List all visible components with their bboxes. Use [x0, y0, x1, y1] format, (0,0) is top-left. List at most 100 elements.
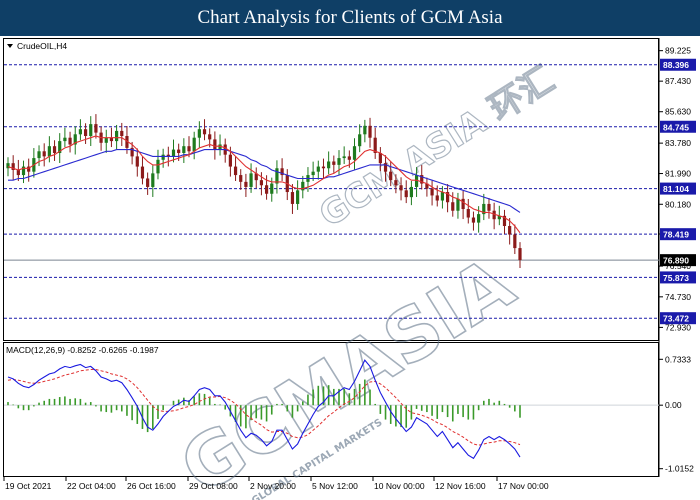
- candle-body: [94, 124, 98, 133]
- watermark: GCMASIAGCM ASIA 环汇GLOBAL CAPITAL MARKETS: [165, 59, 562, 500]
- candle-body: [104, 137, 108, 143]
- time-tick-label: 26 Oct 16:00: [127, 481, 176, 491]
- candle-body: [161, 154, 165, 160]
- macd-tick-label: -1.0152: [665, 464, 694, 474]
- time-tick-label: 17 Nov 00:00: [498, 481, 549, 491]
- candle-body: [466, 209, 470, 218]
- macd-tick-label: 0.7333: [665, 354, 691, 364]
- candle-body: [244, 181, 248, 187]
- candle-body: [239, 175, 243, 182]
- macd-label: MACD(12,26,9) -0.8252 -0.6265 -0.1987: [6, 345, 159, 355]
- symbol-dropdown-icon[interactable]: [7, 44, 13, 48]
- candle-body: [347, 156, 351, 160]
- time-tick-label: 19 Oct 2021: [5, 481, 52, 491]
- chart-canvas: GCMASIAGCM ASIA 环汇GLOBAL CAPITAL MARKETS…: [3, 38, 696, 500]
- candle-body: [264, 185, 269, 194]
- candle-body: [197, 129, 201, 138]
- candle-body: [151, 173, 155, 187]
- candle-body: [337, 158, 341, 165]
- header-bar: Chart Analysis for Clients of GCM Asia: [0, 0, 700, 36]
- candle-body: [171, 149, 176, 157]
- level-label: 73.472: [663, 314, 689, 324]
- price-tick-label: 87.430: [665, 76, 691, 86]
- candle-body: [316, 166, 320, 172]
- candle-body: [16, 169, 20, 176]
- candle-body: [363, 125, 367, 135]
- current-price-label: 76.890: [660, 254, 696, 267]
- time-tick-label: 22 Oct 04:00: [67, 481, 116, 491]
- price-tick-label: 81.990: [665, 169, 691, 179]
- time-tick-label: 29 Oct 08:00: [189, 481, 238, 491]
- candle-body: [182, 146, 186, 153]
- candle-body: [404, 190, 408, 198]
- candle-body: [461, 198, 465, 210]
- level-label: 81.104: [663, 184, 689, 194]
- symbol-label: CrudeOIL,H4: [17, 41, 67, 51]
- candle-body: [332, 161, 336, 165]
- page-title: Chart Analysis for Clients of GCM Asia: [197, 7, 503, 28]
- candle-body: [296, 190, 300, 204]
- candle-body: [352, 146, 357, 160]
- candle-body: [358, 134, 362, 147]
- candle-body: [37, 151, 41, 159]
- candle-body: [394, 180, 398, 186]
- price-tick-label: 80.180: [665, 199, 691, 209]
- time-tick-label: 2 Nov 20:00: [250, 481, 296, 491]
- candle-body: [68, 137, 72, 145]
- candle-body: [430, 188, 434, 196]
- candle-body: [83, 129, 88, 137]
- candle-body: [63, 137, 67, 142]
- candle-body: [208, 134, 212, 140]
- candle-body: [42, 151, 46, 157]
- candle-body: [508, 226, 512, 235]
- current-price-text: 76.890: [663, 256, 689, 266]
- candle-body: [518, 248, 522, 260]
- watermark-gcmasia-cn: GCM ASIA 环汇: [313, 59, 562, 235]
- candle-body: [228, 154, 232, 167]
- candle-body: [120, 130, 124, 137]
- candle-body: [233, 166, 238, 176]
- macd-tick-label: 0.00: [665, 400, 682, 410]
- candle-body: [89, 124, 93, 137]
- candle-body: [249, 173, 253, 187]
- candle-body: [187, 146, 191, 152]
- candle-body: [135, 156, 139, 167]
- price-tick-label: 85.630: [665, 107, 691, 117]
- candle-body: [456, 198, 460, 211]
- time-tick-label: 10 Nov 00:00: [374, 481, 425, 491]
- level-label: 88.396: [663, 60, 689, 70]
- candle-body: [177, 149, 181, 153]
- candle-body: [156, 159, 160, 174]
- candle-body: [409, 186, 413, 198]
- candle-body: [513, 234, 517, 249]
- candle-body: [327, 161, 331, 169]
- candle-body: [435, 195, 439, 201]
- level-price-labels: 88.396 84.745 81.104 78.419 75.873 73.472: [660, 58, 696, 325]
- candle-body: [202, 129, 207, 135]
- candle-body: [213, 139, 217, 150]
- candle-body: [146, 178, 150, 187]
- candle-body: [342, 156, 346, 159]
- candle-body: [399, 185, 403, 191]
- candle-body: [78, 129, 83, 135]
- candle-body: [321, 166, 326, 169]
- candle-body: [140, 166, 145, 179]
- candle-body: [477, 214, 481, 223]
- time-axis-ticks: 19 Oct 2021 22 Oct 04:00 26 Oct 16:00 29 Oc…: [3, 477, 549, 491]
- candle-body: [290, 192, 295, 204]
- level-label: 78.419: [663, 230, 689, 240]
- watermark-gcmasia: GCMASIA: [166, 241, 528, 500]
- level-label: 75.873: [663, 273, 689, 283]
- level-label: 84.745: [663, 122, 689, 132]
- time-tick-label: 5 Nov 12:00: [312, 481, 358, 491]
- candle-body: [451, 202, 455, 211]
- price-tick-label: 74.730: [665, 292, 691, 302]
- candle-body: [368, 125, 372, 138]
- candle-body: [270, 183, 274, 194]
- candle-body: [259, 180, 264, 186]
- candle-body: [52, 146, 57, 153]
- candle-body: [440, 192, 445, 201]
- candle-body: [389, 171, 393, 181]
- price-tick-label: 89.225: [665, 46, 691, 56]
- candle-body: [115, 130, 119, 142]
